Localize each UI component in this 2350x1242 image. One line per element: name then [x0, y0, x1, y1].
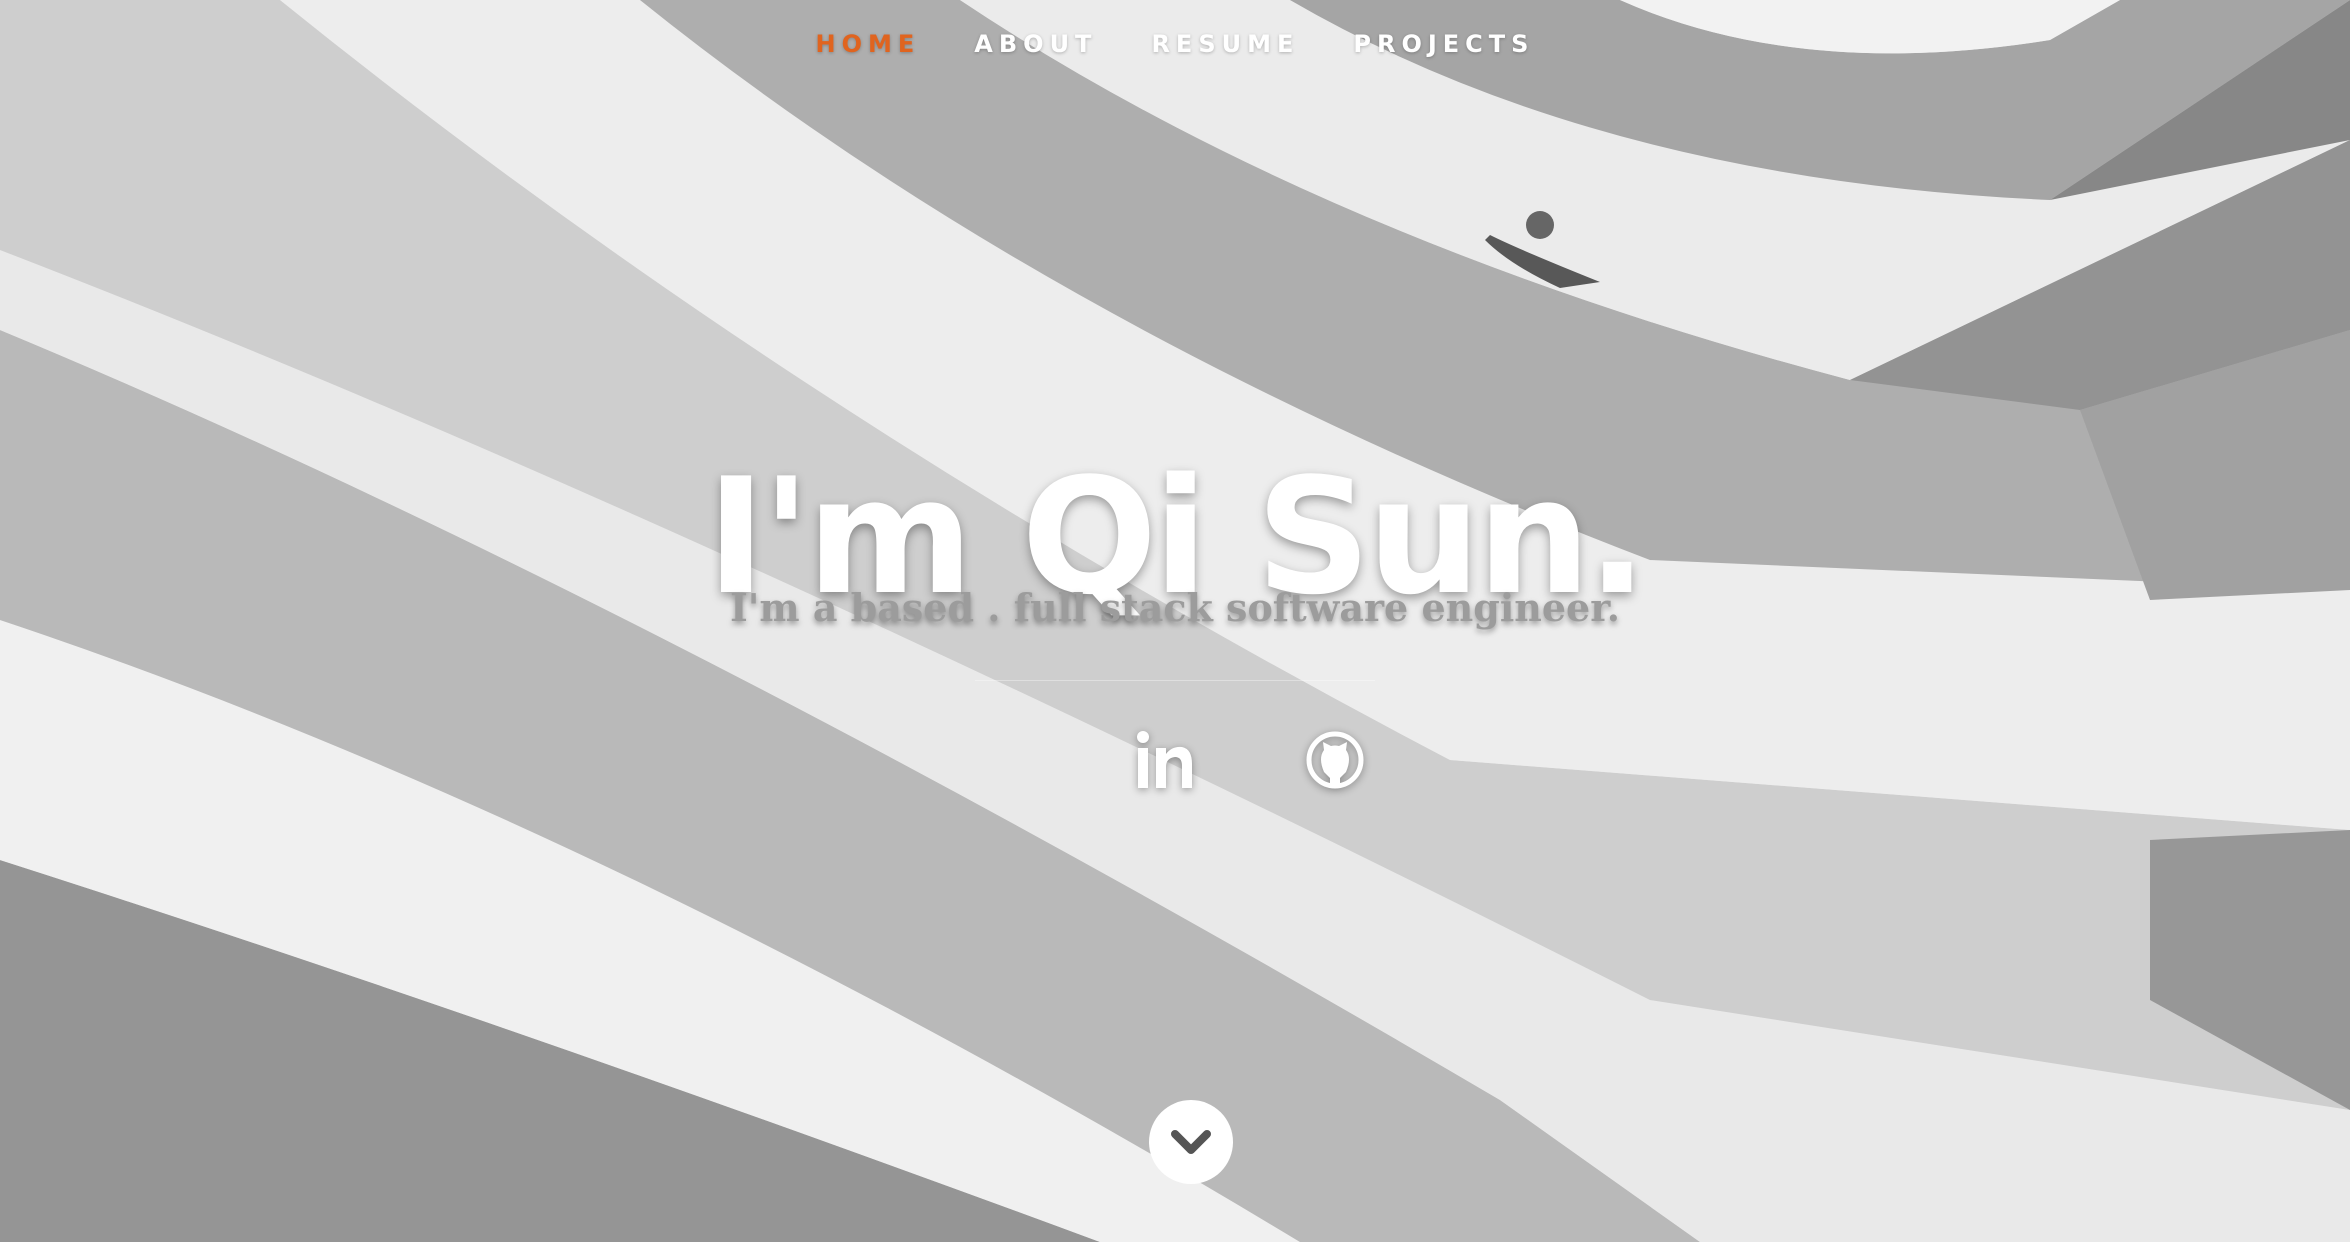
main-nav: HOME ABOUT RESUME PROJECTS: [0, 30, 2350, 58]
scroll-down-button[interactable]: [1149, 1100, 1233, 1184]
nav-home[interactable]: HOME: [816, 30, 921, 58]
nav-resume[interactable]: RESUME: [1151, 30, 1299, 58]
github-icon: [1306, 731, 1364, 789]
linkedin-icon: [1137, 731, 1192, 788]
nav-about[interactable]: ABOUT: [974, 30, 1097, 58]
chevron-down-icon: [1171, 1130, 1211, 1154]
nav-projects[interactable]: PROJECTS: [1353, 30, 1534, 58]
social-links: [1130, 728, 1380, 798]
hero-subline: I'm a based . full stack software engine…: [729, 585, 1620, 630]
linkedin-link[interactable]: [1130, 728, 1200, 798]
hero-section: HOME ABOUT RESUME PROJECTS I'm Qi Sun. I…: [0, 0, 2350, 1242]
divider: [975, 680, 1375, 681]
github-link[interactable]: [1300, 728, 1370, 798]
